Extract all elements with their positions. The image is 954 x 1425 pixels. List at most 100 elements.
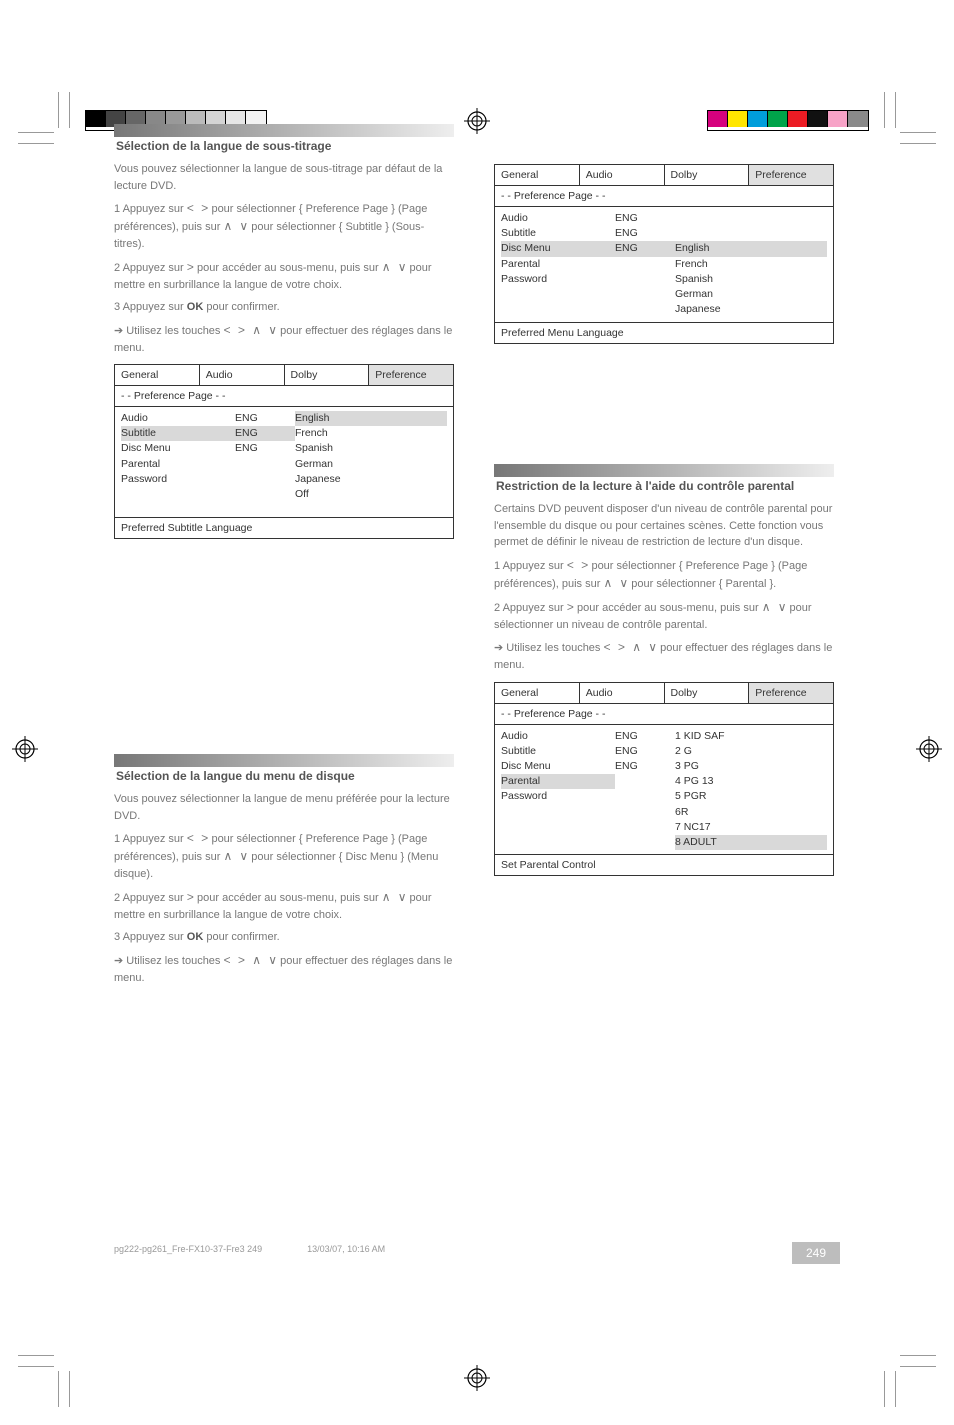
menu-value: ENG bbox=[615, 729, 675, 744]
menu-row: Subtitle bbox=[501, 226, 615, 241]
all-arrows-icon: < > ∧ ∨ bbox=[603, 641, 657, 655]
up-down-arrows-icon: ∧ ∨ bbox=[223, 220, 248, 234]
menu-option: Japanese bbox=[675, 302, 827, 317]
menu-option-selected: English bbox=[295, 411, 447, 426]
menu-row: Parental bbox=[501, 257, 615, 272]
body-text: Certains DVD peuvent disposer d'un nivea… bbox=[494, 501, 834, 551]
menu-option: Japanese bbox=[295, 472, 447, 487]
menu-value: ENG bbox=[615, 744, 675, 759]
menu-option: Off bbox=[295, 487, 447, 502]
crop-mark bbox=[900, 1366, 936, 1367]
menu-screenshot-parental: General Audio Dolby Preference - - Prefe… bbox=[494, 682, 834, 877]
crop-mark bbox=[895, 92, 896, 128]
gradient-divider-icon bbox=[114, 754, 454, 767]
note-text: ➔ Utilisez les touches < > ∧ ∨ pour effe… bbox=[114, 952, 454, 987]
menu-row: Password bbox=[501, 789, 615, 804]
menu-tab: General bbox=[115, 365, 200, 386]
menu-option: 6R bbox=[675, 805, 827, 820]
all-arrows-icon: < > ∧ ∨ bbox=[223, 954, 277, 968]
right-arrow-icon: > bbox=[567, 601, 574, 615]
menu-footer-hint: Preferred Subtitle Language bbox=[115, 517, 453, 538]
menu-option: 1 KID SAF bbox=[675, 729, 827, 744]
step-text: 1 Appuyez sur < > pour sélectionner { Pr… bbox=[114, 830, 454, 883]
body-text: Vous pouvez sélectionner la langue de so… bbox=[114, 161, 454, 194]
menu-row-selected: Subtitle bbox=[121, 426, 235, 441]
menu-tab-active: Preference bbox=[749, 165, 833, 186]
menu-tab: Audio bbox=[200, 365, 285, 386]
right-arrow-icon: > bbox=[187, 891, 194, 905]
menu-option: 5 PGR bbox=[675, 789, 827, 804]
all-arrows-icon: < > ∧ ∨ bbox=[223, 324, 277, 338]
crop-mark bbox=[884, 1371, 885, 1407]
menu-option: 3 PG bbox=[675, 759, 827, 774]
crop-mark bbox=[18, 1366, 54, 1367]
job-reference-line: pg222-pg261_Fre-FX10-37-Fre3 249 13/03/0… bbox=[114, 1244, 385, 1254]
crop-mark bbox=[900, 1355, 936, 1356]
step-text: 3 Appuyez sur OK pour confirmer. bbox=[114, 929, 454, 946]
up-down-arrows-icon: ∧ ∨ bbox=[382, 261, 407, 275]
crop-mark bbox=[69, 1371, 70, 1407]
crop-mark bbox=[900, 132, 936, 133]
menu-tab: Audio bbox=[580, 683, 665, 704]
up-down-arrows-icon: ∧ ∨ bbox=[762, 601, 787, 615]
menu-screenshot-discmenu: General Audio Dolby Preference - - Prefe… bbox=[494, 164, 834, 344]
left-right-arrows-icon: < > bbox=[567, 559, 589, 573]
menu-option-selected: English bbox=[675, 241, 827, 256]
menu-option: Spanish bbox=[295, 441, 447, 456]
menu-row: Password bbox=[121, 472, 235, 487]
menu-row: Disc Menu bbox=[501, 759, 615, 774]
menu-tab-active: Preference bbox=[369, 365, 453, 386]
menu-row-selected: Parental bbox=[501, 774, 615, 789]
menu-footer-hint: Preferred Menu Language bbox=[495, 322, 833, 343]
right-arrow-icon: > bbox=[187, 261, 194, 275]
section-title-discmenu: Sélection de la langue du menu de disque bbox=[114, 769, 454, 783]
menu-row: Disc Menu bbox=[121, 441, 235, 456]
menu-tab: Audio bbox=[580, 165, 665, 186]
menu-row: Subtitle bbox=[501, 744, 615, 759]
crop-mark bbox=[895, 1371, 896, 1407]
menu-row: Audio bbox=[121, 411, 235, 426]
crop-mark bbox=[18, 132, 54, 133]
menu-footer-hint: Set Parental Control bbox=[495, 854, 833, 875]
menu-row: Parental bbox=[121, 457, 235, 472]
step-text: 1 Appuyez sur < > pour sélectionner { Pr… bbox=[494, 557, 834, 593]
menu-page-title: - - Preference Page - - bbox=[495, 704, 833, 725]
menu-value: ENG bbox=[235, 411, 295, 426]
step-text: 3 Appuyez sur OK pour confirmer. bbox=[114, 299, 454, 316]
up-down-arrows-icon: ∧ ∨ bbox=[223, 850, 248, 864]
menu-tab: Dolby bbox=[665, 683, 750, 704]
menu-page-title: - - Preference Page - - bbox=[115, 386, 453, 407]
crop-mark bbox=[884, 92, 885, 128]
menu-tab: General bbox=[495, 165, 580, 186]
menu-option: 2 G bbox=[675, 744, 827, 759]
step-text: 2 Appuyez sur > pour accéder au sous-men… bbox=[494, 599, 834, 634]
menu-option-selected: 8 ADULT bbox=[675, 835, 827, 850]
menu-option: French bbox=[295, 426, 447, 441]
section-title-parental: Restriction de la lecture à l'aide du co… bbox=[494, 479, 834, 493]
menu-tab: General bbox=[495, 683, 580, 704]
menu-screenshot-subtitle: General Audio Dolby Preference - - Prefe… bbox=[114, 364, 454, 539]
menu-option: 4 PG 13 bbox=[675, 774, 827, 789]
registration-mark-icon bbox=[464, 1365, 490, 1391]
gradient-divider-icon bbox=[114, 124, 454, 137]
menu-page-title: - - Preference Page - - bbox=[495, 186, 833, 207]
menu-value: ENG bbox=[235, 441, 295, 456]
left-right-arrows-icon: < > bbox=[187, 202, 209, 216]
page-number-badge: 249 bbox=[792, 1242, 840, 1264]
registration-mark-icon bbox=[916, 736, 942, 762]
crop-mark bbox=[900, 143, 936, 144]
step-text: 2 Appuyez sur > pour accéder au sous-men… bbox=[114, 259, 454, 294]
menu-option: German bbox=[675, 287, 827, 302]
menu-row-selected: Disc Menu bbox=[501, 241, 615, 256]
menu-row: Audio bbox=[501, 729, 615, 744]
note-text: ➔ Utilisez les touches < > ∧ ∨ pour effe… bbox=[114, 322, 454, 357]
menu-tab-active: Preference bbox=[749, 683, 833, 704]
menu-tab: Dolby bbox=[285, 365, 370, 386]
menu-option: Spanish bbox=[675, 272, 827, 287]
menu-value-selected: ENG bbox=[615, 241, 675, 256]
note-text: ➔ Utilisez les touches < > ∧ ∨ pour effe… bbox=[494, 639, 834, 674]
crop-mark bbox=[58, 1371, 59, 1407]
menu-value: ENG bbox=[615, 759, 675, 774]
step-text: 2 Appuyez sur > pour accéder au sous-men… bbox=[114, 889, 454, 924]
menu-option: French bbox=[675, 257, 827, 272]
